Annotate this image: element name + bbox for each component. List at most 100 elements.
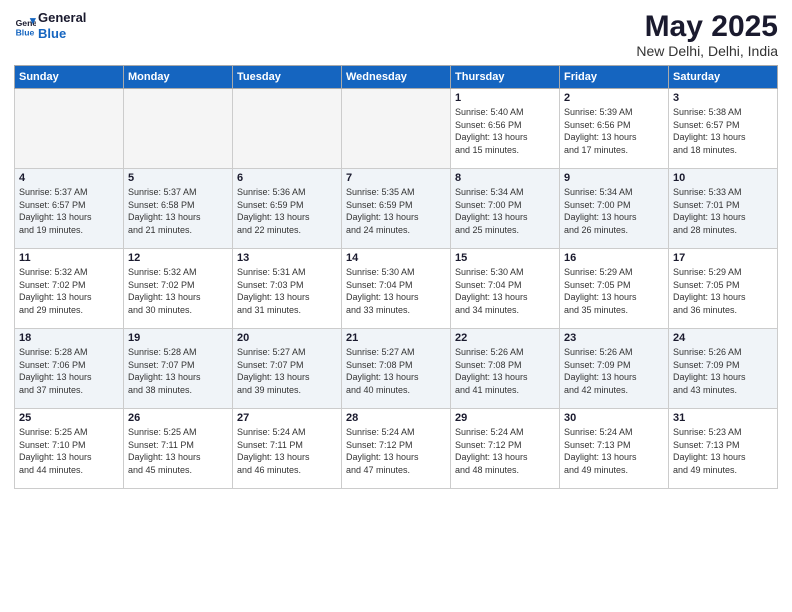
day-number: 9 xyxy=(564,172,664,184)
table-row: 19 Sunrise: 5:28 AMSunset: 7:07 PMDayligh… xyxy=(124,329,233,409)
table-row: 20Sunrise: 5:27 AMSunset: 7:07 PMDayligh… xyxy=(233,329,342,409)
day-info: Sunrise: 5:30 AMSunset: 7:04 PMDaylight:… xyxy=(346,266,446,316)
day-info: Sunrise: 5:32 AMSunset: 7:02 PMDaylight:… xyxy=(19,266,119,316)
table-row: 12 Sunrise: 5:32 AMSunset: 7:02 PMDayligh… xyxy=(124,249,233,329)
day-number: 20 xyxy=(237,332,337,344)
day-number: 31 xyxy=(673,412,773,424)
table-row: 4 Sunrise: 5:37 AMSunset: 6:57 PMDaylight… xyxy=(15,169,124,249)
day-info: Sunrise: 5:37 AMSunset: 6:57 PMDaylight:… xyxy=(19,186,119,236)
day-info: Sunrise: 5:34 AMSunset: 7:00 PMDaylight:… xyxy=(564,186,664,236)
table-row: 18 Sunrise: 5:28 AMSunset: 7:06 PMDayligh… xyxy=(15,329,124,409)
day-info: Sunrise: 5:31 AMSunset: 7:03 PMDaylight:… xyxy=(237,266,337,316)
day-info: Sunrise: 5:23 AMSunset: 7:13 PMDaylight:… xyxy=(673,426,773,476)
day-info: Sunrise: 5:26 AMSunset: 7:09 PMDaylight:… xyxy=(564,346,664,396)
day-number: 25 xyxy=(19,412,119,424)
table-row: 27Sunrise: 5:24 AMSunset: 7:11 PMDayligh… xyxy=(233,409,342,489)
col-sunday: Sunday xyxy=(15,66,124,89)
table-row xyxy=(15,89,124,169)
day-info: Sunrise: 5:27 AMSunset: 7:08 PMDaylight:… xyxy=(346,346,446,396)
col-friday: Friday xyxy=(560,66,669,89)
day-info: Sunrise: 5:36 AMSunset: 6:59 PMDaylight:… xyxy=(237,186,337,236)
day-number: 11 xyxy=(19,252,119,264)
table-row: 5 Sunrise: 5:37 AMSunset: 6:58 PMDaylight… xyxy=(124,169,233,249)
day-number: 23 xyxy=(564,332,664,344)
day-info: Sunrise: 5:26 AMSunset: 7:08 PMDaylight:… xyxy=(455,346,555,396)
day-number: 28 xyxy=(346,412,446,424)
table-row xyxy=(124,89,233,169)
calendar-table: Sunday Monday Tuesday Wednesday Thursday… xyxy=(14,65,778,489)
day-info: Sunrise: 5:28 AMSunset: 7:07 PMDaylight:… xyxy=(128,346,228,396)
day-number: 2 xyxy=(564,92,664,104)
day-number: 3 xyxy=(673,92,773,104)
table-row: 26Sunrise: 5:25 AMSunset: 7:11 PMDayligh… xyxy=(124,409,233,489)
day-info: Sunrise: 5:38 AMSunset: 6:57 PMDaylight:… xyxy=(673,106,773,156)
day-info: Sunrise: 5:29 AMSunset: 7:05 PMDaylight:… xyxy=(673,266,773,316)
table-row: 9 Sunrise: 5:34 AMSunset: 7:00 PMDaylight… xyxy=(560,169,669,249)
day-number: 1 xyxy=(455,92,555,104)
day-number: 18 xyxy=(19,332,119,344)
table-row: 16Sunrise: 5:29 AMSunset: 7:05 PMDayligh… xyxy=(560,249,669,329)
table-row: 23 Sunrise: 5:26 AMSunset: 7:09 PMDayligh… xyxy=(560,329,669,409)
day-info: Sunrise: 5:33 AMSunset: 7:01 PMDaylight:… xyxy=(673,186,773,236)
day-info: Sunrise: 5:39 AMSunset: 6:56 PMDaylight:… xyxy=(564,106,664,156)
day-number: 7 xyxy=(346,172,446,184)
calendar-week-2: 4 Sunrise: 5:37 AMSunset: 6:57 PMDaylight… xyxy=(15,169,778,249)
day-info: Sunrise: 5:25 AMSunset: 7:10 PMDaylight:… xyxy=(19,426,119,476)
table-row: 13 Sunrise: 5:31 AMSunset: 7:03 PMDayligh… xyxy=(233,249,342,329)
table-row: 14Sunrise: 5:30 AMSunset: 7:04 PMDayligh… xyxy=(342,249,451,329)
day-number: 22 xyxy=(455,332,555,344)
page: General Blue General Blue May 2025 New D… xyxy=(0,0,792,612)
title-block: May 2025 New Delhi, Delhi, India xyxy=(636,10,778,59)
table-row: 24 Sunrise: 5:26 AMSunset: 7:09 PMDayligh… xyxy=(669,329,778,409)
table-row: 25 Sunrise: 5:25 AMSunset: 7:10 PMDayligh… xyxy=(15,409,124,489)
col-thursday: Thursday xyxy=(451,66,560,89)
day-info: Sunrise: 5:34 AMSunset: 7:00 PMDaylight:… xyxy=(455,186,555,236)
table-row: 1 Sunrise: 5:40 AMSunset: 6:56 PMDaylight… xyxy=(451,89,560,169)
day-number: 6 xyxy=(237,172,337,184)
logo: General Blue General Blue xyxy=(14,10,86,41)
table-row: 3 Sunrise: 5:38 AMSunset: 6:57 PMDaylight… xyxy=(669,89,778,169)
day-info: Sunrise: 5:32 AMSunset: 7:02 PMDaylight:… xyxy=(128,266,228,316)
calendar-title: May 2025 xyxy=(636,10,778,43)
table-row: 6 Sunrise: 5:36 AMSunset: 6:59 PMDaylight… xyxy=(233,169,342,249)
table-row: 28 Sunrise: 5:24 AMSunset: 7:12 PMDayligh… xyxy=(342,409,451,489)
general-blue-logo-icon: General Blue xyxy=(14,15,36,37)
table-row: 30Sunrise: 5:24 AMSunset: 7:13 PMDayligh… xyxy=(560,409,669,489)
table-row: 7 Sunrise: 5:35 AMSunset: 6:59 PMDaylight… xyxy=(342,169,451,249)
day-info: Sunrise: 5:40 AMSunset: 6:56 PMDaylight:… xyxy=(455,106,555,156)
day-number: 27 xyxy=(237,412,337,424)
calendar-week-3: 11 Sunrise: 5:32 AMSunset: 7:02 PMDayligh… xyxy=(15,249,778,329)
day-number: 19 xyxy=(128,332,228,344)
table-row xyxy=(342,89,451,169)
day-number: 4 xyxy=(19,172,119,184)
table-row: 31 Sunrise: 5:23 AMSunset: 7:13 PMDayligh… xyxy=(669,409,778,489)
day-info: Sunrise: 5:24 AMSunset: 7:12 PMDaylight:… xyxy=(346,426,446,476)
day-number: 5 xyxy=(128,172,228,184)
col-saturday: Saturday xyxy=(669,66,778,89)
day-number: 21 xyxy=(346,332,446,344)
calendar-week-1: 1 Sunrise: 5:40 AMSunset: 6:56 PMDaylight… xyxy=(15,89,778,169)
calendar-subtitle: New Delhi, Delhi, India xyxy=(636,43,778,59)
header: General Blue General Blue May 2025 New D… xyxy=(14,10,778,59)
day-info: Sunrise: 5:30 AMSunset: 7:04 PMDaylight:… xyxy=(455,266,555,316)
day-info: Sunrise: 5:35 AMSunset: 6:59 PMDaylight:… xyxy=(346,186,446,236)
svg-text:Blue: Blue xyxy=(16,27,35,37)
table-row xyxy=(233,89,342,169)
col-wednesday: Wednesday xyxy=(342,66,451,89)
calendar-week-5: 25 Sunrise: 5:25 AMSunset: 7:10 PMDayligh… xyxy=(15,409,778,489)
logo-text-line1: General xyxy=(38,10,86,26)
day-info: Sunrise: 5:37 AMSunset: 6:58 PMDaylight:… xyxy=(128,186,228,236)
day-number: 10 xyxy=(673,172,773,184)
col-monday: Monday xyxy=(124,66,233,89)
day-info: Sunrise: 5:26 AMSunset: 7:09 PMDaylight:… xyxy=(673,346,773,396)
day-number: 24 xyxy=(673,332,773,344)
day-info: Sunrise: 5:28 AMSunset: 7:06 PMDaylight:… xyxy=(19,346,119,396)
day-number: 8 xyxy=(455,172,555,184)
logo-text-line2: Blue xyxy=(38,26,86,42)
table-row: 21 Sunrise: 5:27 AMSunset: 7:08 PMDayligh… xyxy=(342,329,451,409)
col-tuesday: Tuesday xyxy=(233,66,342,89)
table-row: 8 Sunrise: 5:34 AMSunset: 7:00 PMDaylight… xyxy=(451,169,560,249)
day-number: 13 xyxy=(237,252,337,264)
day-number: 12 xyxy=(128,252,228,264)
day-info: Sunrise: 5:29 AMSunset: 7:05 PMDaylight:… xyxy=(564,266,664,316)
